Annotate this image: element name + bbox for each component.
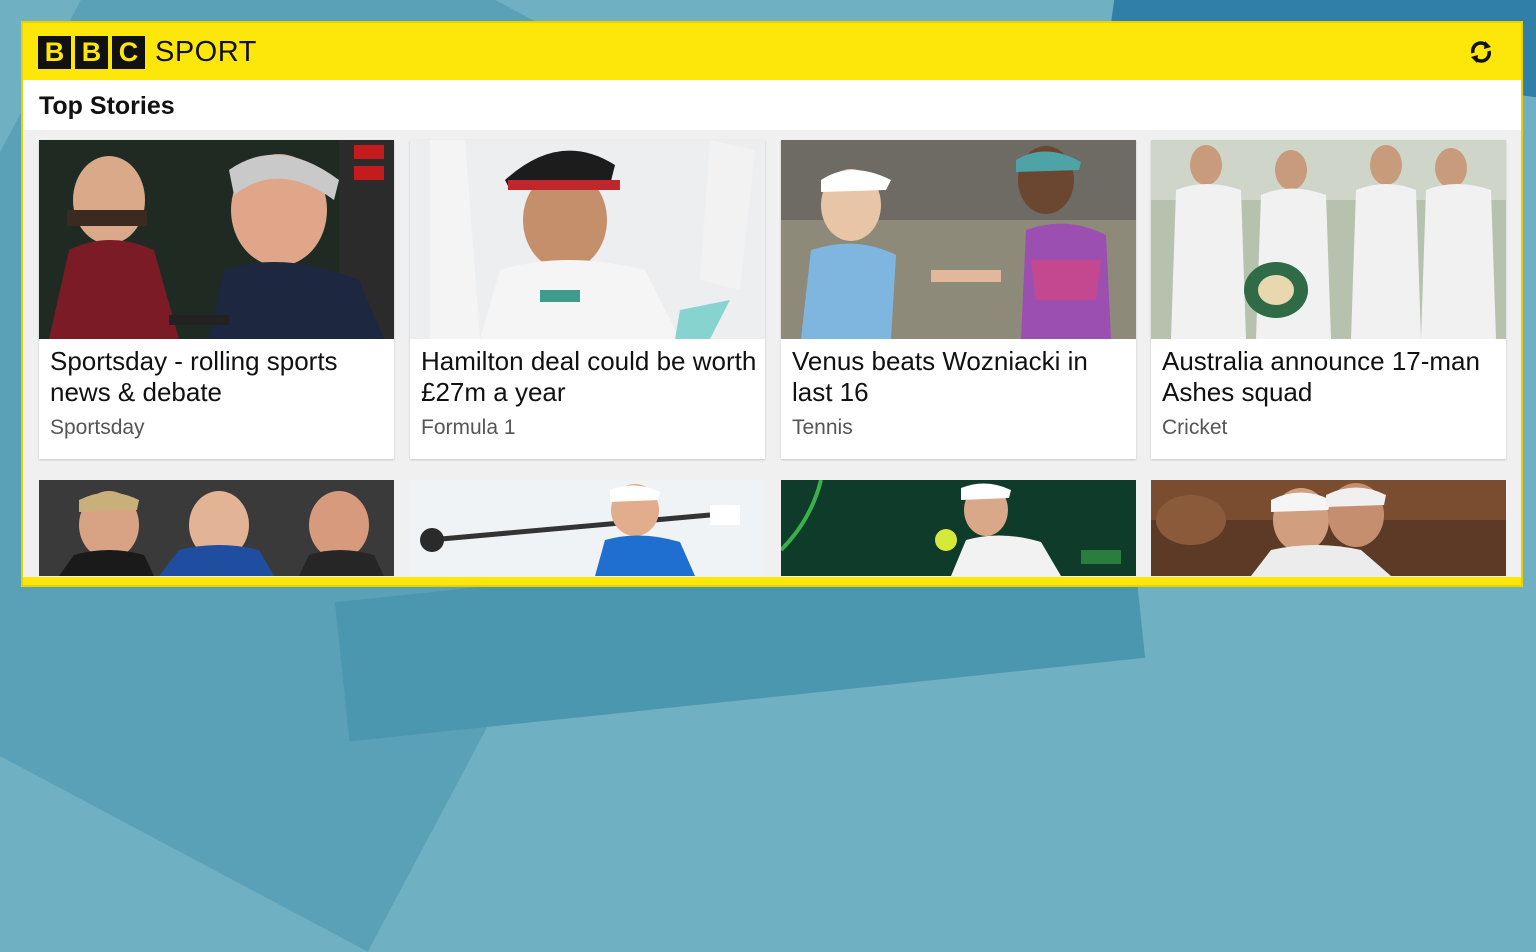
- story-thumbnail[interactable]: [410, 480, 765, 576]
- story-thumbnail[interactable]: [781, 480, 1136, 576]
- story-headline: Australia announce 17-man Ashes squad: [1162, 346, 1480, 407]
- story-image: [1151, 140, 1506, 339]
- story-card[interactable]: Australia announce 17-man Ashes squad Cr…: [1151, 140, 1506, 459]
- story-category: Tennis: [792, 416, 853, 439]
- story-image: [410, 140, 765, 339]
- story-headline: Sportsday - rolling sports news & debate: [50, 346, 338, 407]
- logo-word: SPORT: [155, 36, 257, 68]
- story-thumbnail[interactable]: [1151, 480, 1506, 576]
- story-headline: Venus beats Wozniacki in last 16: [792, 346, 1088, 407]
- logo-letter-b1: B: [38, 36, 71, 69]
- section-title: Top Stories: [39, 92, 175, 120]
- widget-header: B B C SPORT: [23, 23, 1521, 80]
- story-headline: Hamilton deal could be worth £27m a year: [421, 346, 757, 407]
- story-category: Sportsday: [50, 416, 145, 439]
- story-category: Formula 1: [421, 416, 516, 439]
- story-category: Cricket: [1162, 416, 1228, 439]
- widget-footer-bar: [23, 577, 1521, 585]
- story-card[interactable]: Sportsday - rolling sports news & debate…: [39, 140, 394, 459]
- story-thumbnail[interactable]: [39, 480, 394, 576]
- stories-grid: Sportsday - rolling sports news & debate…: [23, 130, 1521, 585]
- story-card[interactable]: Venus beats Wozniacki in last 16 Tennis: [781, 140, 1136, 459]
- bbc-sport-widget: B B C SPORT Top Stories Sportsday - roll…: [23, 23, 1521, 585]
- section-header: Top Stories: [23, 80, 1521, 130]
- story-card[interactable]: Hamilton deal could be worth £27m a year…: [410, 140, 765, 459]
- story-image: [781, 140, 1136, 339]
- bbc-sport-logo[interactable]: B B C SPORT: [38, 36, 257, 69]
- logo-letter-b2: B: [75, 36, 108, 69]
- story-image: [39, 140, 394, 339]
- refresh-icon[interactable]: [1466, 37, 1496, 67]
- logo-letter-c: C: [112, 36, 145, 69]
- refresh-icon-glyph: [1471, 41, 1491, 63]
